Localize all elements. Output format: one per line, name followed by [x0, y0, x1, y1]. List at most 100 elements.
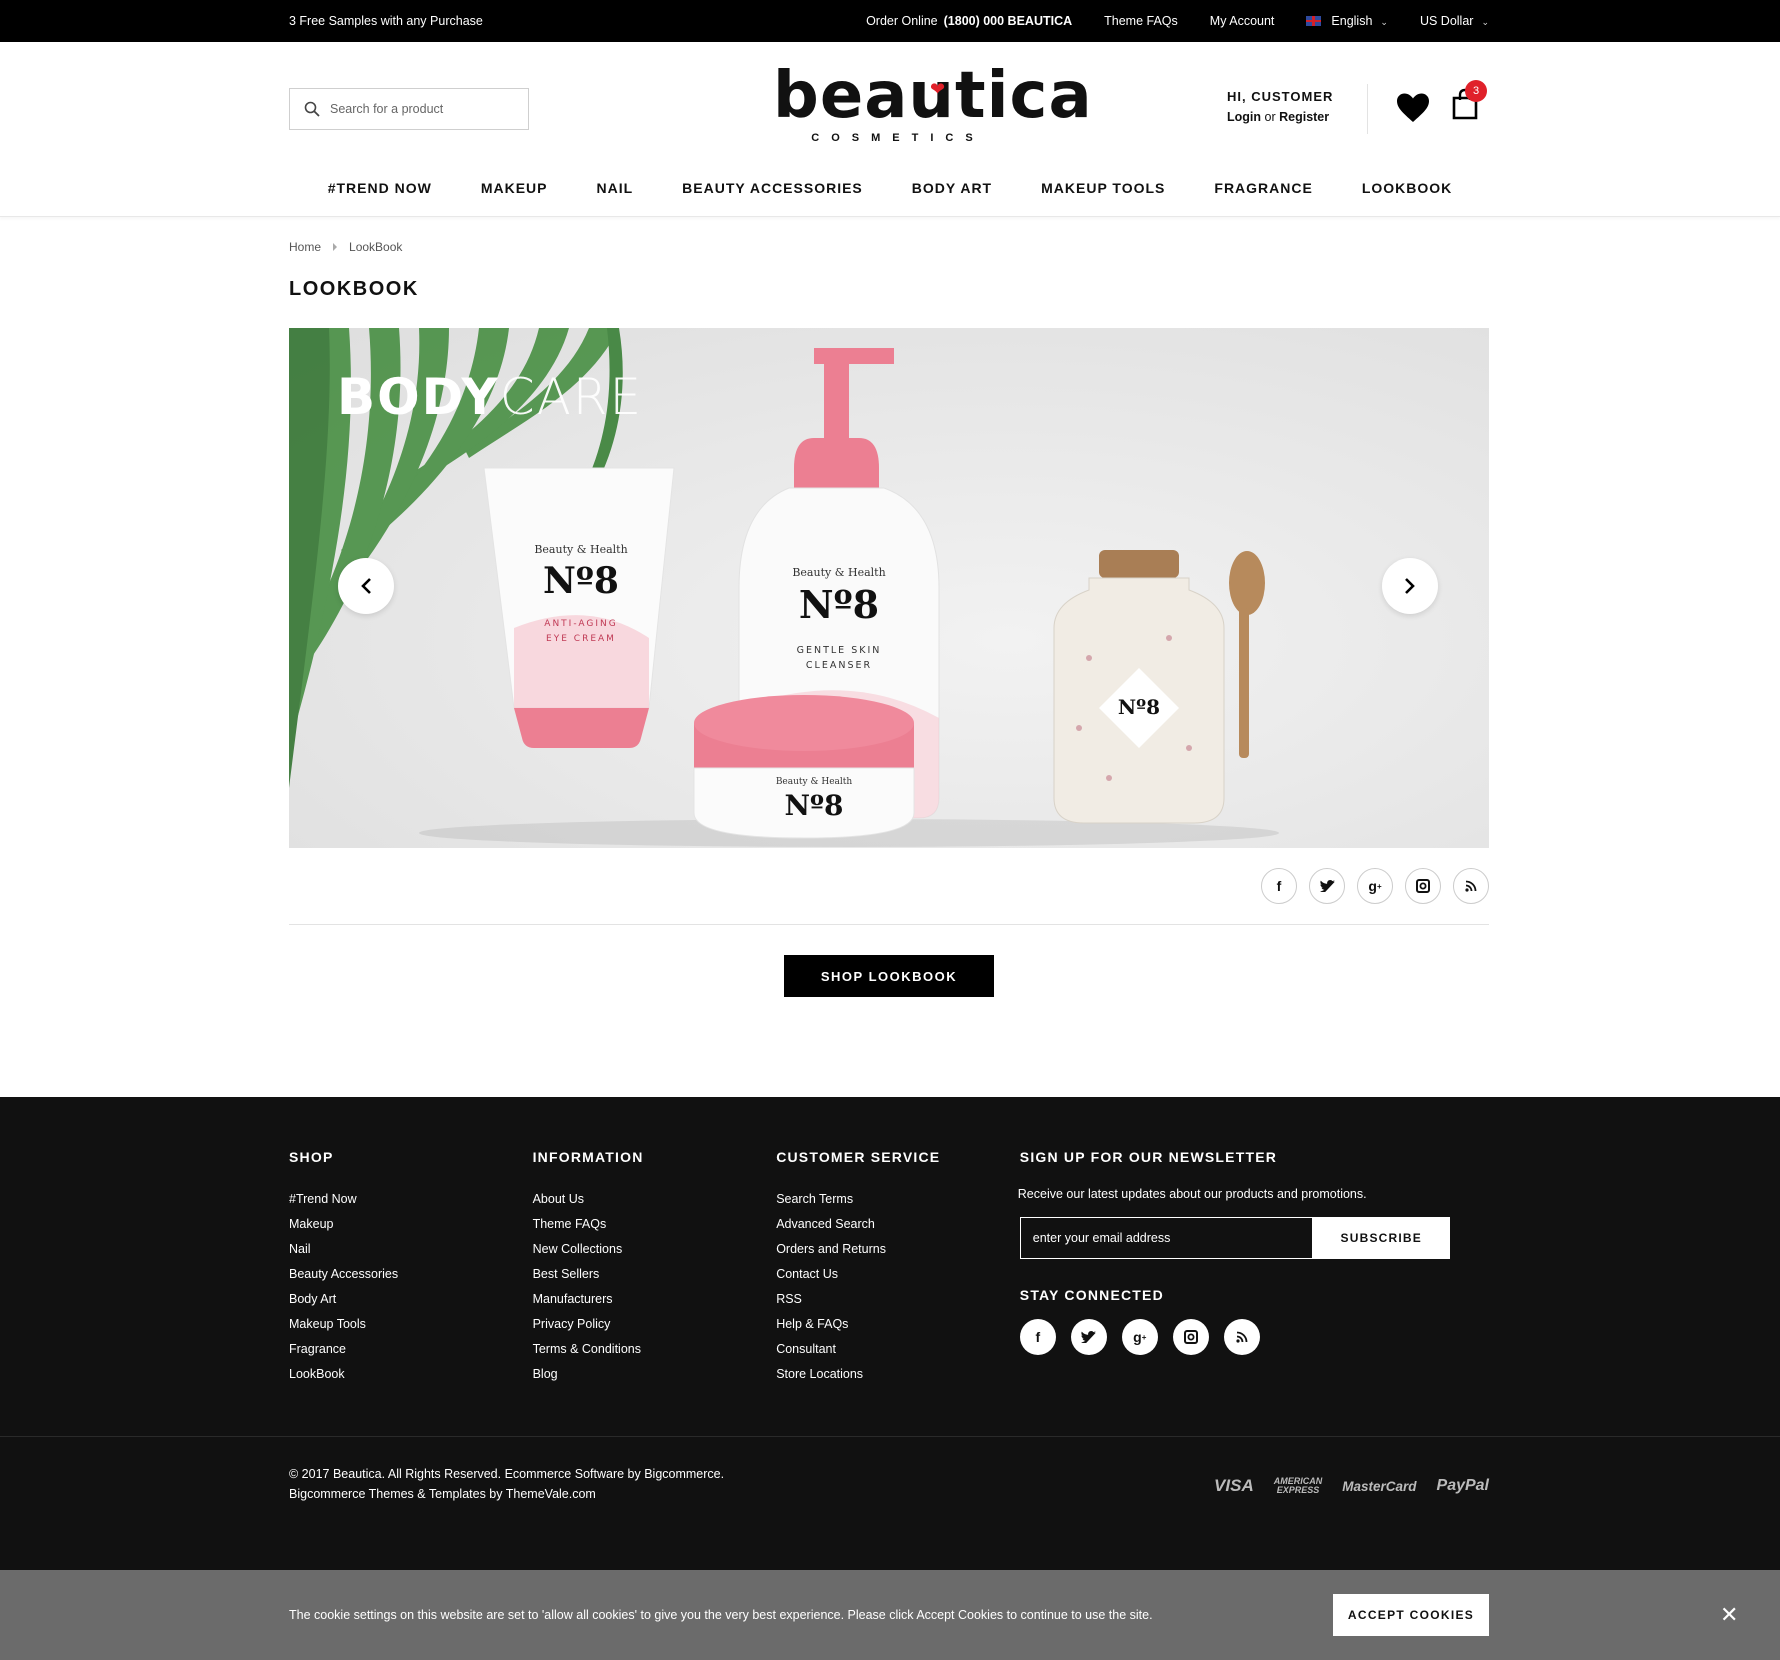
footer-link[interactable]: LookBook	[289, 1367, 345, 1381]
newsletter-text: Receive our latest updates about our pro…	[1017, 1187, 1367, 1201]
footer-link[interactable]: Advanced Search	[776, 1217, 875, 1231]
google-plus-icon[interactable]: g +	[1357, 868, 1393, 904]
shop-lookbook-button[interactable]: SHOP LOOKBOOK	[784, 955, 994, 997]
twitter-icon[interactable]	[1070, 1319, 1107, 1355]
footer-link[interactable]: About Us	[533, 1192, 584, 1206]
footer-link[interactable]: New Collections	[533, 1242, 623, 1256]
svg-text:Beauty & Health: Beauty & Health	[792, 566, 885, 579]
search-icon[interactable]	[304, 101, 320, 117]
instagram-icon[interactable]	[1405, 868, 1441, 904]
promo-text: 3 Free Samples with any Purchase	[289, 14, 483, 28]
google-plus-icon[interactable]: g +	[1121, 1319, 1158, 1355]
wishlist-button[interactable]	[1395, 92, 1431, 129]
cart-button[interactable]: 3	[1451, 80, 1487, 125]
footer-link[interactable]: Orders and Returns	[776, 1242, 886, 1256]
footer-link[interactable]: Blog	[533, 1367, 558, 1381]
footer-link[interactable]: Contact Us	[776, 1267, 838, 1281]
close-icon[interactable]: ✕	[1720, 1602, 1738, 1628]
products-image: Beauty & Health Nº8 ANTI-AGING EYE CREAM…	[419, 348, 1279, 847]
nav-fragrance[interactable]: FRAGRANCE	[1214, 180, 1312, 196]
currency-selector[interactable]: US Dollar ⌄	[1420, 14, 1489, 28]
twitter-icon[interactable]	[1309, 868, 1345, 904]
language-selector[interactable]: English ⌄	[1306, 14, 1388, 28]
footer-link[interactable]: Store Locations	[776, 1367, 863, 1381]
footer-link[interactable]: #Trend Now	[289, 1192, 357, 1206]
footer-link[interactable]: Consultant	[776, 1342, 836, 1356]
nav-makeup[interactable]: MAKEUP	[481, 180, 548, 196]
breadcrumb-arrow-icon	[333, 243, 338, 251]
nav-beauty-accessories[interactable]: BEAUTY ACCESSORIES	[682, 180, 863, 196]
rss-icon[interactable]	[1453, 868, 1489, 904]
breadcrumb-home[interactable]: Home	[289, 240, 321, 254]
search-input[interactable]	[330, 102, 510, 116]
footer-heading: SIGN UP FOR OUR NEWSLETTER	[1019, 1149, 1278, 1165]
facebook-icon[interactable]: f	[1261, 868, 1297, 904]
svg-text:ANTI-AGING: ANTI-AGING	[544, 619, 617, 629]
paypal-icon: PayPal	[1436, 1477, 1489, 1494]
my-account-link[interactable]: My Account	[1210, 14, 1275, 28]
logo[interactable]: beautica ❤ COSMETICS	[773, 64, 1092, 144]
subscribe-button[interactable]: SUBSCRIBE	[1312, 1217, 1450, 1259]
nav-trend-now[interactable]: #TREND NOW	[328, 180, 432, 196]
chevron-left-icon	[361, 578, 371, 594]
footer-information-column: INFORMATION About Us Theme FAQs New Coll…	[533, 1149, 777, 1387]
order-online: Order Online (1800) 000 BEAUTICA	[866, 14, 1073, 28]
chevron-down-icon: ⌄	[1380, 17, 1388, 27]
share-icons: f g +	[289, 868, 1489, 904]
footer-heading: INFORMATION	[532, 1149, 644, 1165]
rss-icon[interactable]	[1223, 1319, 1260, 1355]
nav-body-art[interactable]: BODY ART	[912, 180, 992, 196]
amex-icon: AMERICAN EXPRESS	[1273, 1476, 1323, 1495]
heart-logo-icon: ❤	[930, 79, 947, 100]
next-slide-button[interactable]	[1382, 558, 1438, 614]
newsletter-form: SUBSCRIBE	[1019, 1217, 1450, 1259]
stay-connected-heading: STAY CONNECTED	[1019, 1287, 1164, 1303]
register-link[interactable]: Register	[1279, 110, 1329, 124]
footer-link[interactable]: Privacy Policy	[533, 1317, 611, 1331]
accept-cookies-button[interactable]: ACCEPT COOKIES	[1333, 1594, 1489, 1636]
visa-icon: VISA	[1214, 1476, 1254, 1495]
footer-link[interactable]: Makeup Tools	[289, 1317, 366, 1331]
nav-nail[interactable]: NAIL	[597, 180, 634, 196]
chevron-right-icon	[1405, 578, 1415, 594]
chevron-down-icon: ⌄	[1481, 17, 1489, 27]
page-title: LOOKBOOK	[289, 278, 419, 300]
footer-link[interactable]: Beauty Accessories	[289, 1267, 398, 1281]
facebook-icon[interactable]: f	[1019, 1319, 1056, 1355]
footer-link[interactable]: Best Sellers	[533, 1267, 600, 1281]
email-field[interactable]	[1019, 1217, 1313, 1259]
payment-icons: VISA AMERICAN EXPRESS MasterCard PayPal	[1214, 1468, 1489, 1504]
nav-lookbook[interactable]: LOOKBOOK	[1362, 180, 1452, 196]
heart-icon	[1397, 93, 1429, 122]
uk-flag-icon	[1306, 16, 1322, 26]
footer-link[interactable]: Body Art	[289, 1292, 336, 1306]
footer-link[interactable]: Help & FAQs	[776, 1317, 848, 1331]
theme-faqs-link[interactable]: Theme FAQs	[1104, 14, 1178, 28]
footer-heading: CUSTOMER SERVICE	[776, 1149, 941, 1165]
cookie-banner: The cookie settings on this website are …	[0, 1570, 1780, 1660]
footer-link[interactable]: RSS	[776, 1292, 802, 1306]
instagram-icon[interactable]	[1172, 1319, 1209, 1355]
lookbook-banner: BODYCARE Beauty & Health Nº8 ANTI-AGING …	[289, 328, 1489, 848]
account-greeting: HI, CUSTOMER Login or Register	[1227, 89, 1334, 124]
nav-makeup-tools[interactable]: MAKEUP TOOLS	[1041, 180, 1165, 196]
footer-link[interactable]: Theme FAQs	[533, 1217, 607, 1231]
svg-text:Nº8: Nº8	[543, 560, 619, 602]
footer-bottom: © 2017 Beautica. All Rights Reserved. Ec…	[0, 1436, 1780, 1504]
footer-service-column: CUSTOMER SERVICE Search Terms Advanced S…	[776, 1149, 1020, 1387]
svg-text:Beauty & Health: Beauty & Health	[534, 543, 627, 556]
footer-link[interactable]: Fragrance	[289, 1342, 346, 1356]
search-box[interactable]	[289, 88, 529, 130]
svg-text:Beauty & Health: Beauty & Health	[776, 777, 853, 787]
prev-slide-button[interactable]	[338, 558, 394, 614]
order-phone: (1800) 000 BEAUTICA	[943, 14, 1073, 28]
footer-link[interactable]: Terms & Conditions	[533, 1342, 641, 1356]
svg-text:GENTLE SKIN: GENTLE SKIN	[797, 645, 882, 656]
top-bar: 3 Free Samples with any Purchase Order O…	[0, 0, 1780, 42]
footer-link[interactable]: Makeup	[289, 1217, 333, 1231]
footer-link[interactable]: Search Terms	[776, 1192, 853, 1206]
footer-link[interactable]: Nail	[289, 1242, 311, 1256]
cookie-text: The cookie settings on this website are …	[289, 1608, 1153, 1622]
login-link[interactable]: Login	[1227, 110, 1261, 124]
footer-link[interactable]: Manufacturers	[533, 1292, 613, 1306]
